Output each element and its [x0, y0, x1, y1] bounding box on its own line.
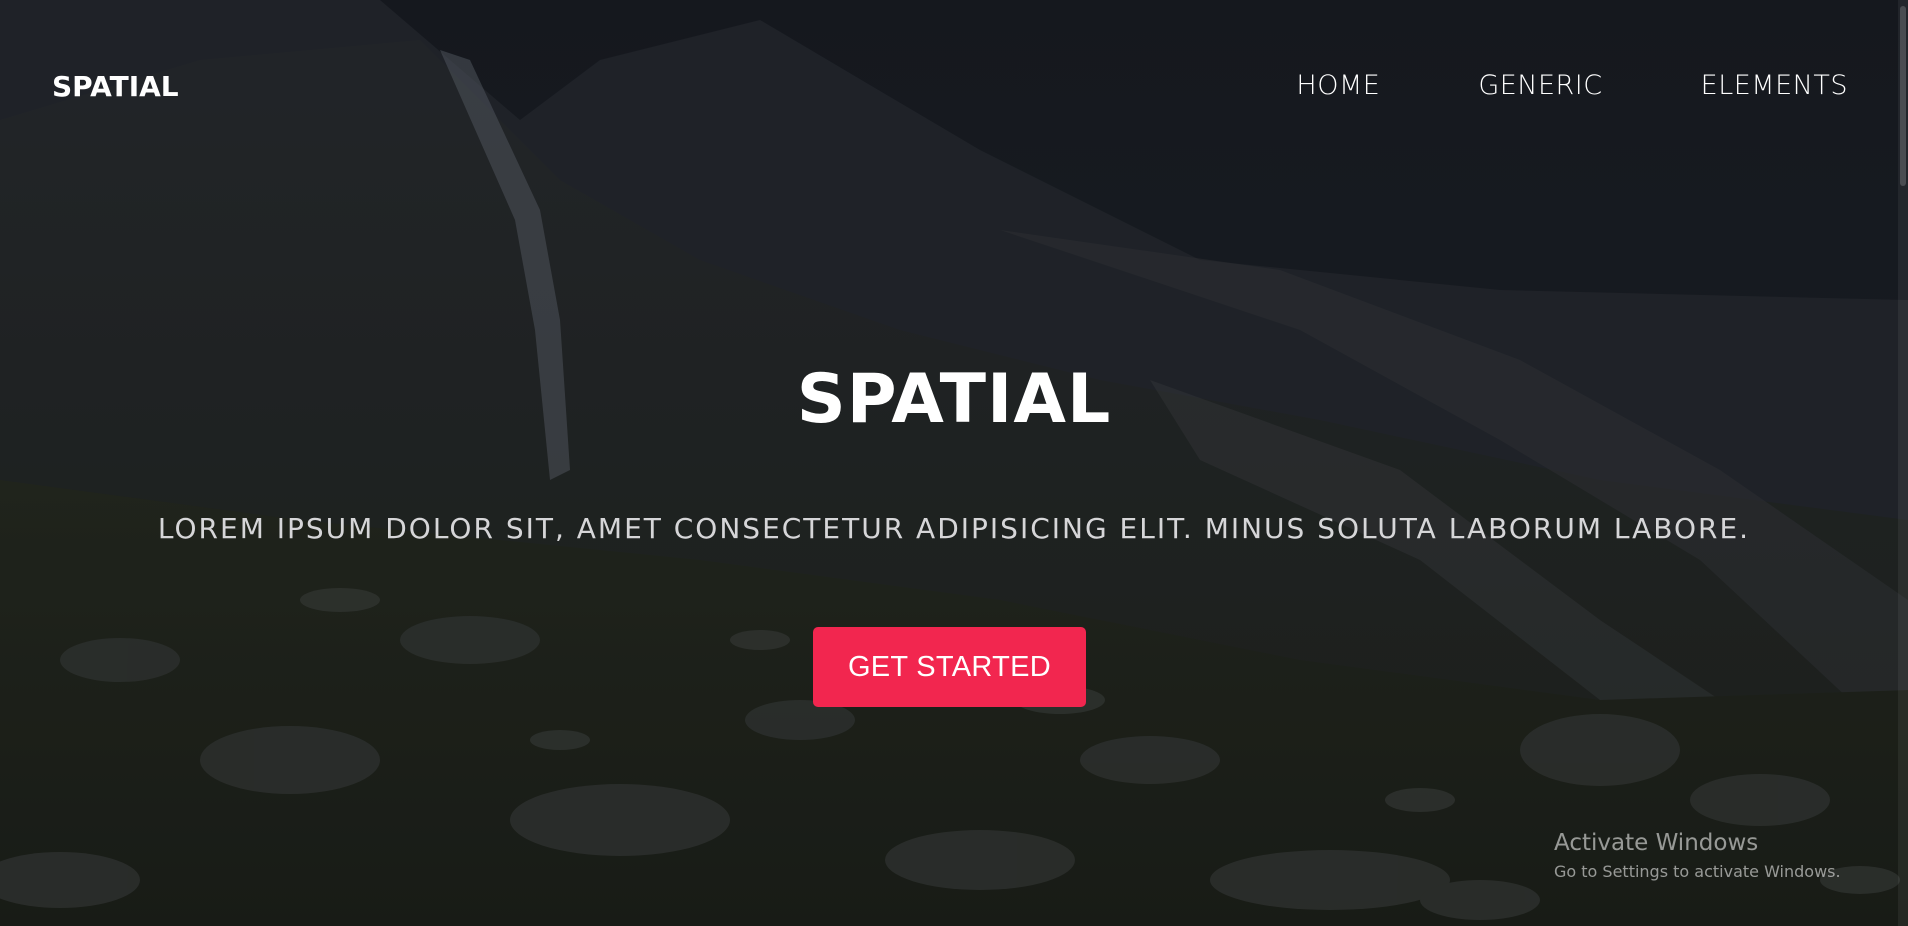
scrollbar-thumb[interactable] [1900, 6, 1906, 186]
vertical-scrollbar[interactable] [1898, 0, 1908, 926]
landing-page: SPATIAL HOME GENERIC ELEMENTS SPATIAL LO… [0, 0, 1908, 926]
watermark-title: Activate Windows [1554, 830, 1759, 856]
hero-subtitle: LOREM IPSUM DOLOR SIT, AMET CONSECTETUR … [157, 512, 1751, 545]
site-logo[interactable]: SPATIAL [52, 70, 179, 103]
main-nav: HOME GENERIC ELEMENTS [1296, 70, 1848, 101]
get-started-button[interactable]: GET STARTED [813, 627, 1086, 707]
site-header: SPATIAL HOME GENERIC ELEMENTS [0, 0, 1908, 178]
nav-item-elements[interactable]: ELEMENTS [1701, 70, 1848, 101]
hero-title: SPATIAL [796, 360, 1112, 439]
windows-activation-watermark: Activate Windows Go to Settings to activ… [1554, 830, 1841, 881]
nav-item-home[interactable]: HOME [1296, 70, 1380, 101]
nav-item-generic[interactable]: GENERIC [1478, 70, 1602, 101]
watermark-subtitle: Go to Settings to activate Windows. [1554, 862, 1841, 881]
